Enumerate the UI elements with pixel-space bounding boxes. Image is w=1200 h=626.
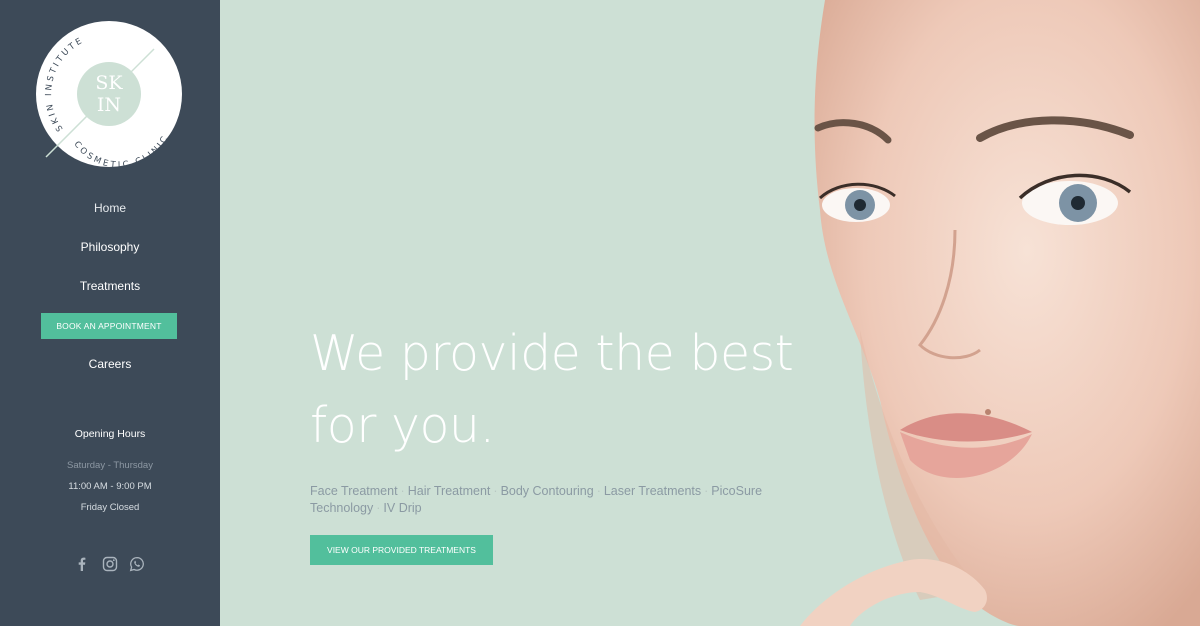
logo[interactable]: SK IN SKIN INSTITUTE COSMETIC CLINIC xyxy=(36,21,182,167)
nav-treatments[interactable]: Treatments xyxy=(0,279,220,293)
separator: · xyxy=(376,500,381,515)
opening-days: Saturday - Thursday xyxy=(67,460,153,471)
sidebar: SK IN SKIN INSTITUTE COSMETIC CLINIC Hom… xyxy=(0,0,220,626)
facebook-icon[interactable] xyxy=(74,556,90,572)
hero-headline: We provide the best for you. xyxy=(310,325,794,454)
book-appointment-button[interactable]: BOOK AN APPOINTMENT xyxy=(41,313,177,339)
treatments-list: Face Treatment · Hair Treatment · Body Conto… xyxy=(310,483,780,516)
closed-day: Friday Closed xyxy=(80,502,140,513)
treatment-link[interactable]: Laser Treatments xyxy=(604,484,701,498)
opening-hours-title: Opening Hours xyxy=(74,428,146,440)
view-treatments-button[interactable]: VIEW OUR PROVIDED TREATMENTS xyxy=(310,535,493,565)
treatment-link[interactable]: Face Treatment xyxy=(310,484,398,498)
instagram-icon[interactable] xyxy=(102,556,118,572)
model-portrait-image xyxy=(800,0,1200,626)
nav-careers[interactable]: Careers xyxy=(0,357,220,371)
logo-monogram-top: SK xyxy=(95,72,123,94)
separator: · xyxy=(493,484,498,498)
separator: · xyxy=(596,484,601,498)
separator: · xyxy=(704,484,709,498)
svg-text:COSMETIC CLINIC: COSMETIC CLINIC xyxy=(72,133,172,167)
logo-ring-bottom: COSMETIC CLINIC xyxy=(72,133,169,167)
opening-time: 11:00 AM - 9:00 PM xyxy=(68,481,152,492)
treatment-link[interactable]: Body Contouring xyxy=(501,484,594,498)
logo-monogram-bottom: IN xyxy=(97,94,121,116)
separator: · xyxy=(400,484,405,498)
hero-section: We provide the best for you. Face Treatm… xyxy=(220,0,1200,626)
nav-home[interactable]: Home xyxy=(0,201,220,215)
logo-emblem: SK IN SKIN INSTITUTE COSMETIC CLINIC xyxy=(44,35,172,167)
nav-philosophy[interactable]: Philosophy xyxy=(0,240,220,254)
whatsapp-icon[interactable] xyxy=(129,556,145,572)
treatment-link[interactable]: IV Drip xyxy=(383,501,421,515)
treatment-link[interactable]: Hair Treatment xyxy=(408,484,491,498)
